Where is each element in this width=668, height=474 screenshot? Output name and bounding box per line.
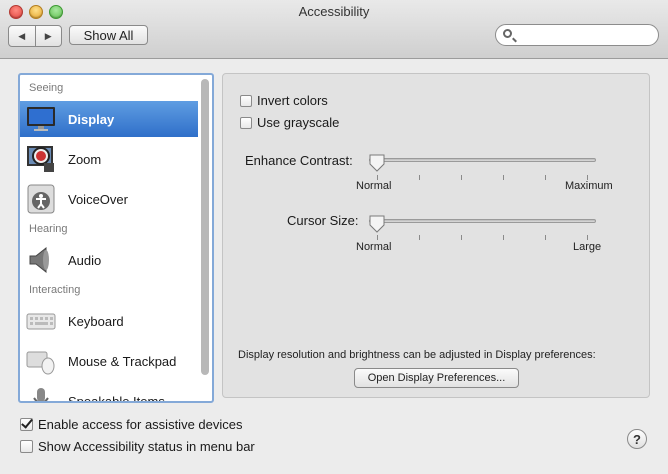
tick-mark bbox=[461, 175, 462, 180]
cursor-size-track[interactable] bbox=[369, 219, 596, 223]
sidebar-item-zoom[interactable]: Zoom bbox=[20, 141, 198, 177]
sidebar-item-mouse-trackpad[interactable]: Mouse & Trackpad bbox=[20, 343, 198, 379]
back-button[interactable]: ◀ bbox=[9, 26, 35, 46]
tick-mark bbox=[419, 235, 420, 240]
mouse-icon bbox=[26, 346, 56, 376]
tick-mark bbox=[419, 175, 420, 180]
cursor-size-label: Cursor Size: bbox=[287, 213, 359, 228]
use-grayscale-checkbox[interactable] bbox=[240, 116, 252, 129]
show-all-button[interactable]: Show All bbox=[69, 25, 148, 45]
forward-button[interactable]: ▶ bbox=[34, 26, 62, 46]
tick-mark bbox=[377, 235, 378, 240]
cursor-size-max-label: Large bbox=[573, 241, 602, 253]
zoom-icon bbox=[26, 144, 56, 174]
enhance-contrast-slider-knob[interactable] bbox=[369, 154, 385, 172]
search-field bbox=[495, 24, 659, 46]
sidebar-item-keyboard[interactable]: Keyboard bbox=[20, 303, 198, 339]
invert-colors-checkbox[interactable] bbox=[240, 94, 252, 107]
sidebar-item-display[interactable]: Display bbox=[20, 101, 198, 137]
assistive-devices-checkbox[interactable] bbox=[20, 418, 33, 431]
cursor-size-min-label: Normal bbox=[356, 241, 392, 253]
display-icon bbox=[26, 104, 56, 134]
group-header-seeing: Seeing bbox=[29, 82, 64, 94]
cursor-size-slider-knob[interactable] bbox=[369, 215, 385, 233]
voiceover-icon bbox=[26, 184, 56, 214]
microphone-icon bbox=[26, 386, 56, 401]
tick-mark bbox=[461, 235, 462, 240]
use-grayscale-label: Use grayscale bbox=[257, 115, 340, 130]
menu-bar-status-label: Show Accessibility status in menu bar bbox=[38, 439, 255, 454]
tick-mark bbox=[503, 175, 504, 180]
sidebar-item-voiceover[interactable]: VoiceOver bbox=[20, 181, 198, 217]
tick-mark bbox=[587, 235, 588, 240]
display-preferences-note: Display resolution and brightness can be… bbox=[238, 349, 596, 361]
sidebar-item-audio[interactable]: Audio bbox=[20, 242, 198, 278]
accessibility-window: Accessibility ◀ ▶ Show All Seeing Displa… bbox=[0, 0, 668, 474]
tick-mark bbox=[503, 235, 504, 240]
scrollbar-thumb[interactable] bbox=[201, 79, 209, 375]
category-list: Seeing Display Zoom VoiceOver Hearing Au… bbox=[18, 73, 214, 403]
sidebar-scrollbar[interactable] bbox=[200, 77, 210, 399]
group-header-interacting: Interacting bbox=[29, 284, 81, 296]
sidebar-item-speakable-items[interactable]: Speakable Items bbox=[20, 383, 198, 403]
assistive-devices-option[interactable]: Enable access for assistive devices bbox=[20, 417, 242, 432]
titlebar: Accessibility ◀ ▶ Show All bbox=[0, 0, 668, 59]
tick-mark bbox=[545, 235, 546, 240]
search-input[interactable] bbox=[516, 27, 658, 45]
assistive-devices-label: Enable access for assistive devices bbox=[38, 417, 243, 432]
help-button[interactable]: ? bbox=[627, 429, 647, 449]
keyboard-icon bbox=[26, 306, 56, 336]
back-forward-control: ◀ ▶ bbox=[8, 25, 62, 47]
enhance-contrast-label: Enhance Contrast: bbox=[245, 153, 353, 168]
use-grayscale-option[interactable]: Use grayscale bbox=[240, 115, 339, 130]
group-header-hearing: Hearing bbox=[29, 223, 68, 235]
menu-bar-status-checkbox[interactable] bbox=[20, 440, 33, 453]
sidebar-item-label: Audio bbox=[68, 252, 102, 268]
search-icon bbox=[503, 29, 512, 38]
tick-mark bbox=[545, 175, 546, 180]
invert-colors-label: Invert colors bbox=[257, 93, 328, 108]
sidebar-item-label: Display bbox=[68, 111, 115, 127]
sidebar-item-label: Keyboard bbox=[68, 313, 124, 329]
speaker-icon bbox=[26, 245, 56, 275]
window-title: Accessibility bbox=[298, 4, 370, 19]
enhance-contrast-min-label: Normal bbox=[356, 180, 392, 192]
enhance-contrast-max-label: Maximum bbox=[565, 180, 613, 192]
sidebar-item-label: Mouse & Trackpad bbox=[68, 353, 177, 369]
display-settings-panel: Invert colors Use grayscale Enhance Cont… bbox=[222, 73, 650, 398]
sidebar-item-label: Speakable Items bbox=[68, 393, 165, 403]
enhance-contrast-track[interactable] bbox=[369, 158, 596, 162]
menu-bar-status-option[interactable]: Show Accessibility status in menu bar bbox=[20, 439, 255, 454]
invert-colors-option[interactable]: Invert colors bbox=[240, 93, 328, 108]
sidebar-item-label: Zoom bbox=[68, 151, 102, 167]
sidebar-item-label: VoiceOver bbox=[68, 191, 128, 207]
open-display-preferences-button[interactable]: Open Display Preferences... bbox=[354, 368, 519, 388]
